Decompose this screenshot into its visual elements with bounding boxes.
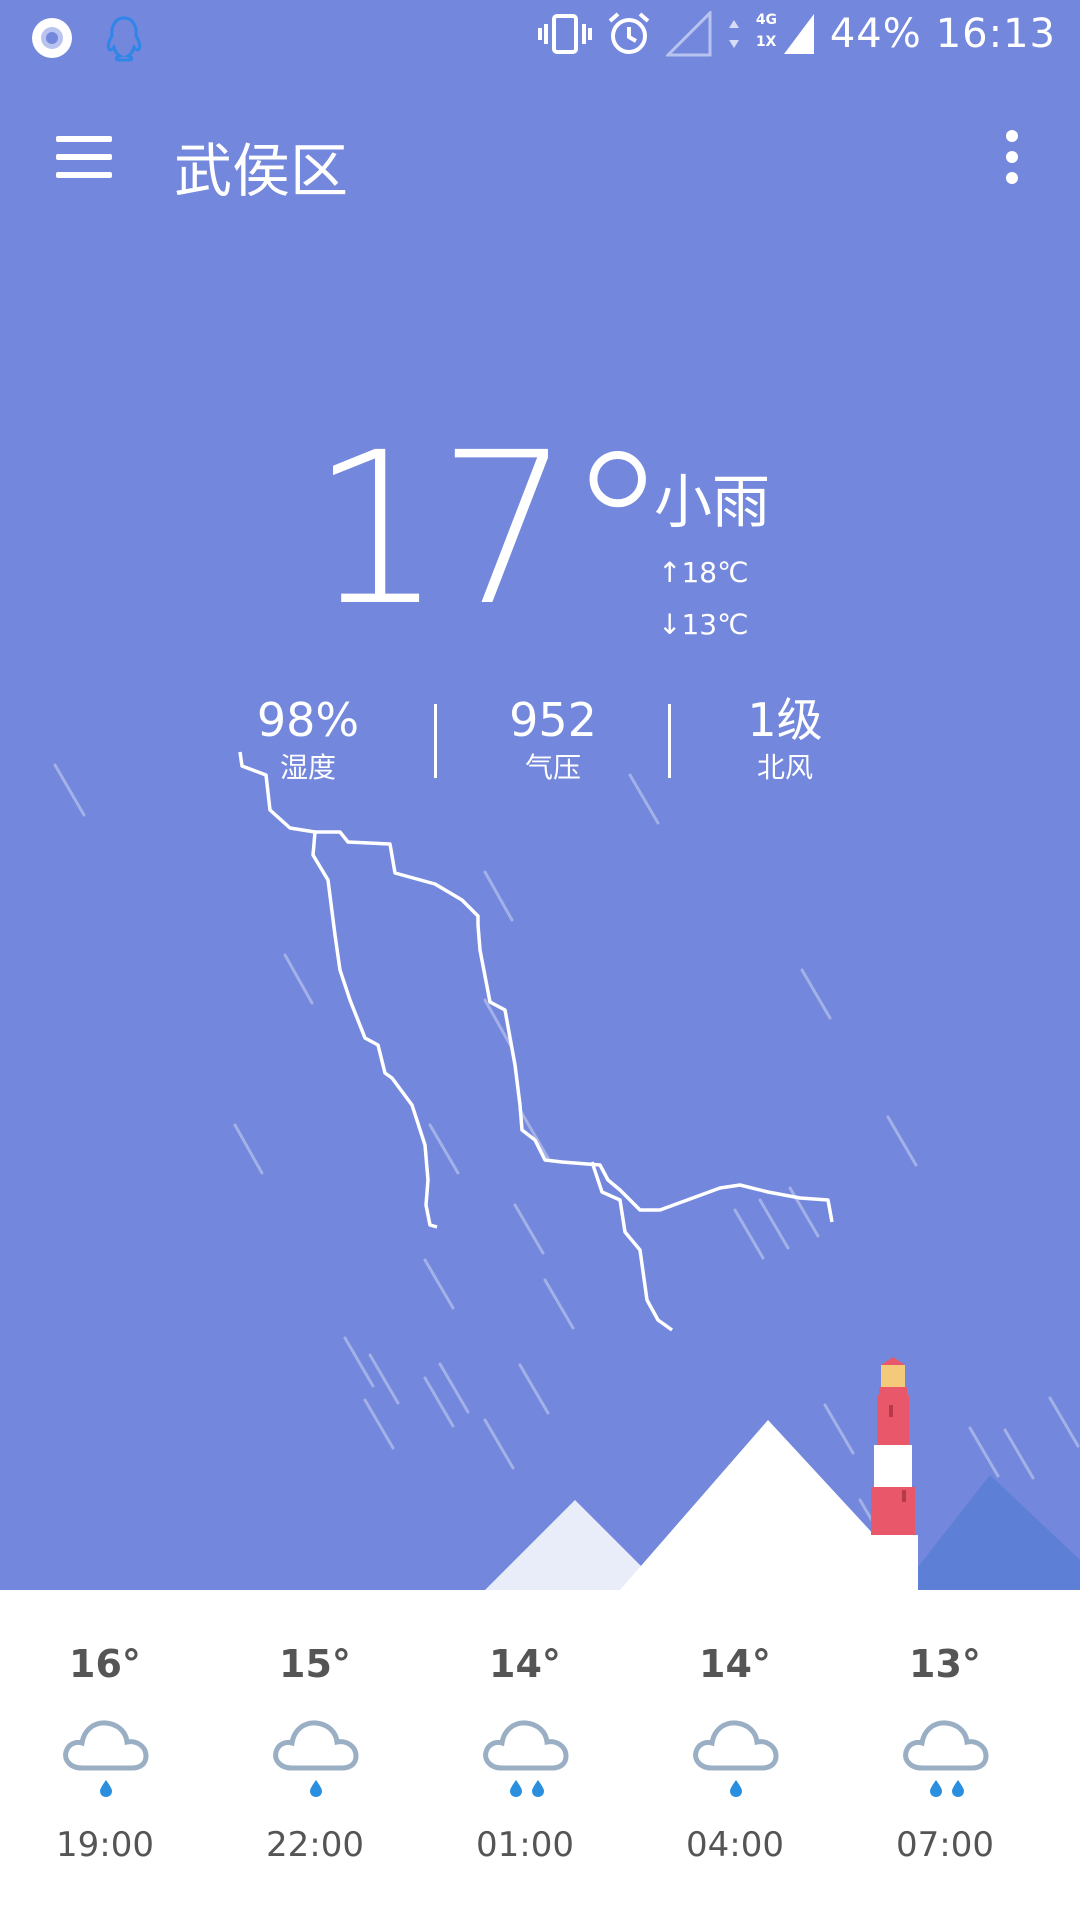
- alarm-icon: [608, 12, 650, 54]
- light-rain-cloud-icon: [693, 1720, 779, 1797]
- weather-condition: 小雨: [654, 468, 771, 536]
- network-indicator: 4G 1X: [756, 10, 816, 58]
- pressure-stat: 952 气压: [463, 692, 643, 788]
- low-temperature-value: 13℃: [681, 608, 749, 641]
- moderate-rain-cloud-icon: [903, 1720, 989, 1797]
- weather-screen: 4G 1X 44% 16:13 武侯区 17° 小雨 ↑18℃ ↓13℃ 98%: [0, 0, 1080, 1920]
- forecast-temperature: 15°: [279, 1642, 351, 1686]
- qq-icon: [106, 16, 142, 62]
- wind-stat: 1级 北风: [695, 692, 875, 788]
- hamburger-menu-icon[interactable]: [56, 136, 112, 182]
- clock-time: 16:13: [935, 11, 1056, 57]
- light-rain-cloud-icon: [63, 1720, 149, 1797]
- down-arrow-icon: ↓: [658, 608, 682, 641]
- app-bar: 武侯区: [0, 110, 1080, 210]
- battery-percent: 44%: [829, 11, 922, 57]
- network-type-top: 4G: [755, 12, 778, 28]
- pressure-label: 气压: [524, 751, 581, 784]
- forecast-time: 01:00: [476, 1825, 574, 1865]
- lightning-bolt-icon: [238, 751, 438, 1229]
- forecast-time: 07:00: [896, 1825, 994, 1865]
- light-rain-cloud-icon: [273, 1720, 359, 1797]
- humidity-label: 湿度: [279, 751, 336, 784]
- up-arrow-icon: ↑: [658, 556, 682, 589]
- signal-icon: [665, 11, 712, 57]
- network-type-bottom: 1X: [755, 34, 777, 50]
- stat-divider: [668, 704, 671, 778]
- pressure-value: 952: [509, 693, 597, 747]
- vibrate-icon: [537, 14, 592, 54]
- low-temperature: ↓13℃: [658, 608, 749, 641]
- wind-value: 1级: [747, 693, 823, 747]
- forecast-time: 04:00: [686, 1825, 784, 1865]
- moderate-rain-cloud-icon: [483, 1720, 569, 1797]
- wind-label: 北风: [756, 751, 813, 784]
- status-bar: 4G 1X 44% 16:13: [0, 0, 1080, 74]
- high-temperature-value: 18℃: [681, 556, 749, 589]
- lighthouse-illustration: [868, 1357, 918, 1590]
- mountain-right: [900, 1475, 1080, 1590]
- weather-stats: 98% 湿度 952 气压 1级 北风: [200, 692, 880, 802]
- signal-strong-icon: [783, 14, 814, 54]
- rain-streaks: [53, 763, 1080, 1550]
- forecast-time: 22:00: [266, 1825, 364, 1865]
- city-title[interactable]: 武侯区: [174, 124, 348, 208]
- high-temperature: ↑18℃: [658, 556, 749, 589]
- humidity-value: 98%: [256, 693, 360, 747]
- humidity-stat: 98% 湿度: [218, 692, 398, 788]
- overflow-menu-icon[interactable]: [1002, 130, 1022, 190]
- forecast-temperature: 16°: [69, 1642, 141, 1686]
- forecast-temperature: 14°: [699, 1642, 771, 1686]
- forecast-temperature: 14°: [489, 1642, 561, 1686]
- forecast-temperature: 13°: [909, 1642, 981, 1686]
- stat-divider: [434, 704, 437, 778]
- current-temperature: 17°: [310, 407, 670, 652]
- hourly-forecast: 16° 19:00 15° 22:00 14° 01:00 14° 04:00 …: [0, 1590, 1080, 1920]
- forecast-time: 19:00: [56, 1825, 154, 1865]
- app-circle-icon: [32, 18, 72, 58]
- data-arrows-icon: [728, 20, 739, 48]
